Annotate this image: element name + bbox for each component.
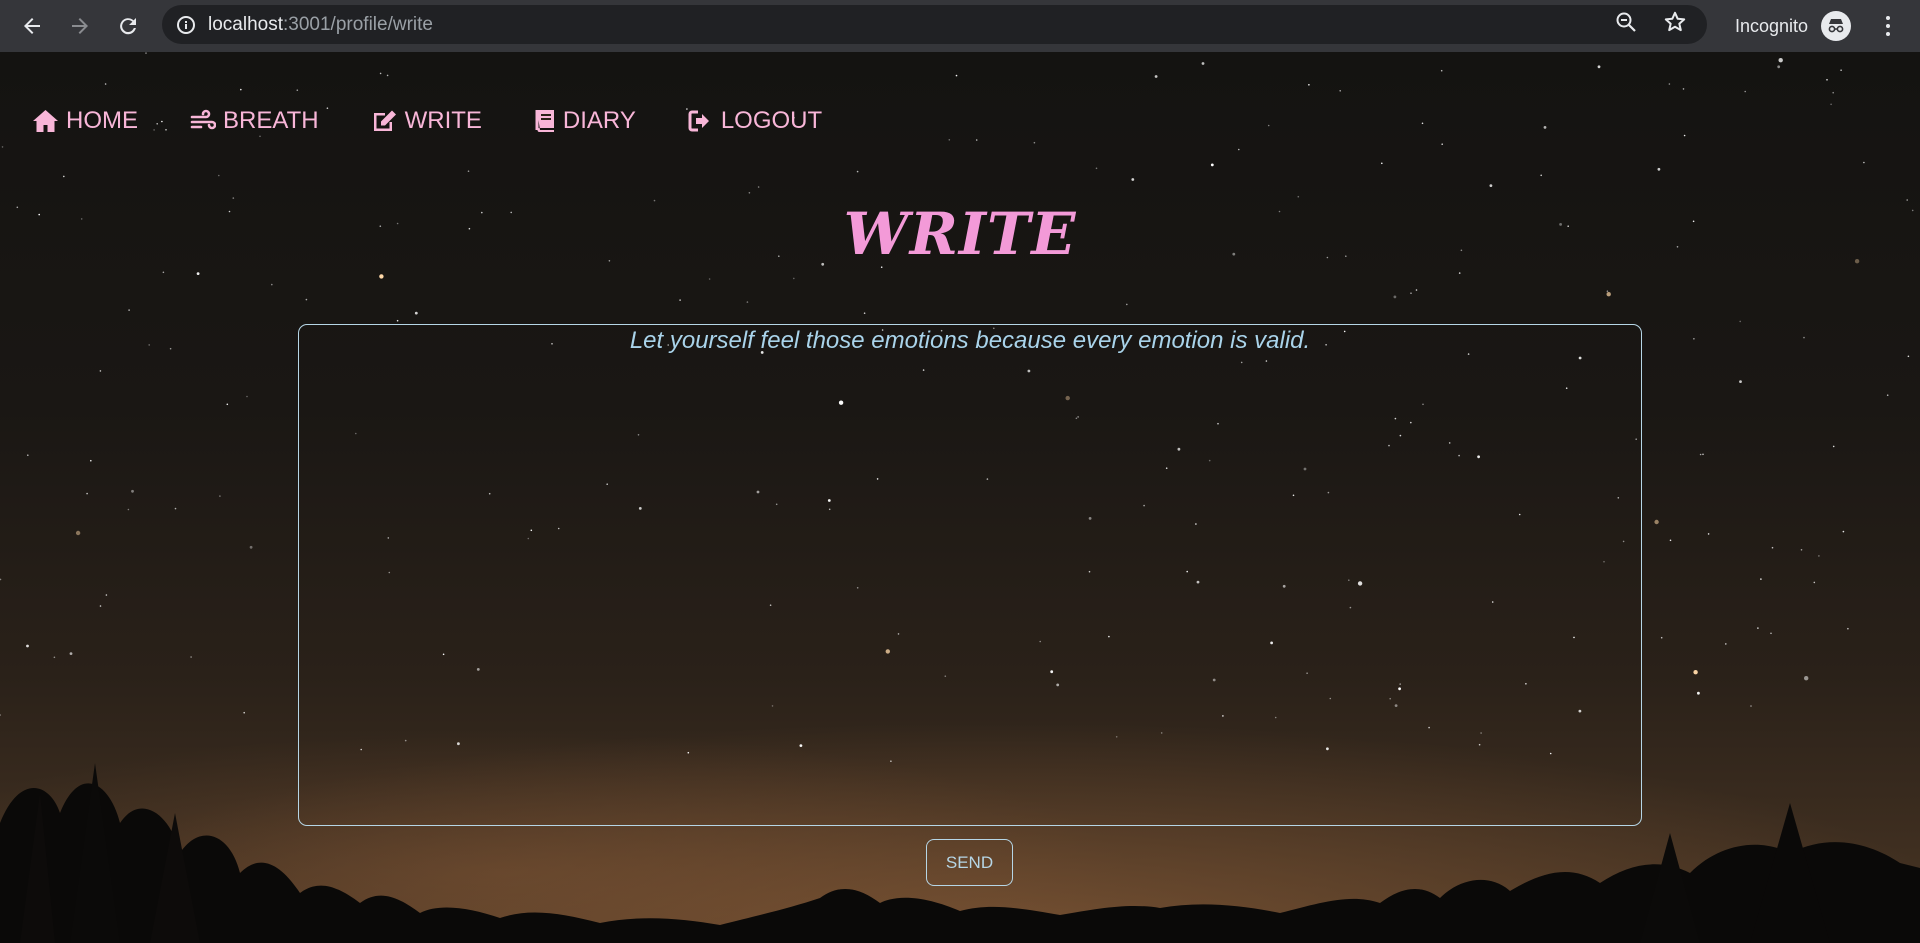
send-button[interactable]: SEND [926, 839, 1013, 886]
page-title: WRITE [843, 200, 1077, 268]
incognito-indicator[interactable]: Incognito [1735, 0, 1852, 52]
home-icon [33, 110, 58, 132]
zoom-icon[interactable] [1615, 11, 1637, 38]
nav-write-label: WRITE [404, 107, 482, 134]
nav-logout-label: LOGOUT [720, 107, 823, 134]
nav-diary-label: DIARY [562, 107, 636, 134]
back-icon [24, 18, 40, 34]
nav-write[interactable]: WRITE [371, 107, 482, 135]
nav-logout[interactable]: LOGOUT [688, 107, 822, 135]
url-path: :3001/profile/write [283, 13, 433, 35]
forward-button[interactable] [64, 10, 96, 42]
reload-button[interactable] [112, 10, 144, 42]
info-icon[interactable] [176, 15, 196, 35]
star-icon[interactable] [1663, 10, 1687, 39]
book-icon [535, 110, 554, 132]
more-icon[interactable] [1878, 10, 1898, 42]
page-viewport: HOME BREATH WRITE DIARY LOGOUT WRITE SEN… [0, 52, 1920, 943]
nav-home[interactable]: HOME [32, 107, 138, 135]
edit-icon [373, 110, 396, 131]
logout-icon [688, 110, 709, 132]
back-button[interactable] [16, 10, 48, 42]
main-nav: HOME BREATH WRITE DIARY LOGOUT [32, 107, 874, 135]
nav-breath-label: BREATH [223, 107, 319, 134]
incognito-icon [1821, 11, 1852, 41]
nav-diary[interactable]: DIARY [534, 107, 636, 135]
write-textarea[interactable] [298, 324, 1642, 826]
nav-breath[interactable]: BREATH [190, 107, 319, 135]
address-bar[interactable]: localhost:3001/profile/write [162, 5, 1707, 44]
reload-icon [120, 18, 136, 35]
url-host: localhost [208, 13, 283, 35]
wind-icon [190, 109, 216, 130]
nav-home-label: HOME [66, 107, 138, 134]
browser-toolbar: localhost:3001/profile/write Incognito [0, 0, 1920, 52]
forward-icon [72, 18, 88, 34]
incognito-label: Incognito [1735, 15, 1809, 36]
